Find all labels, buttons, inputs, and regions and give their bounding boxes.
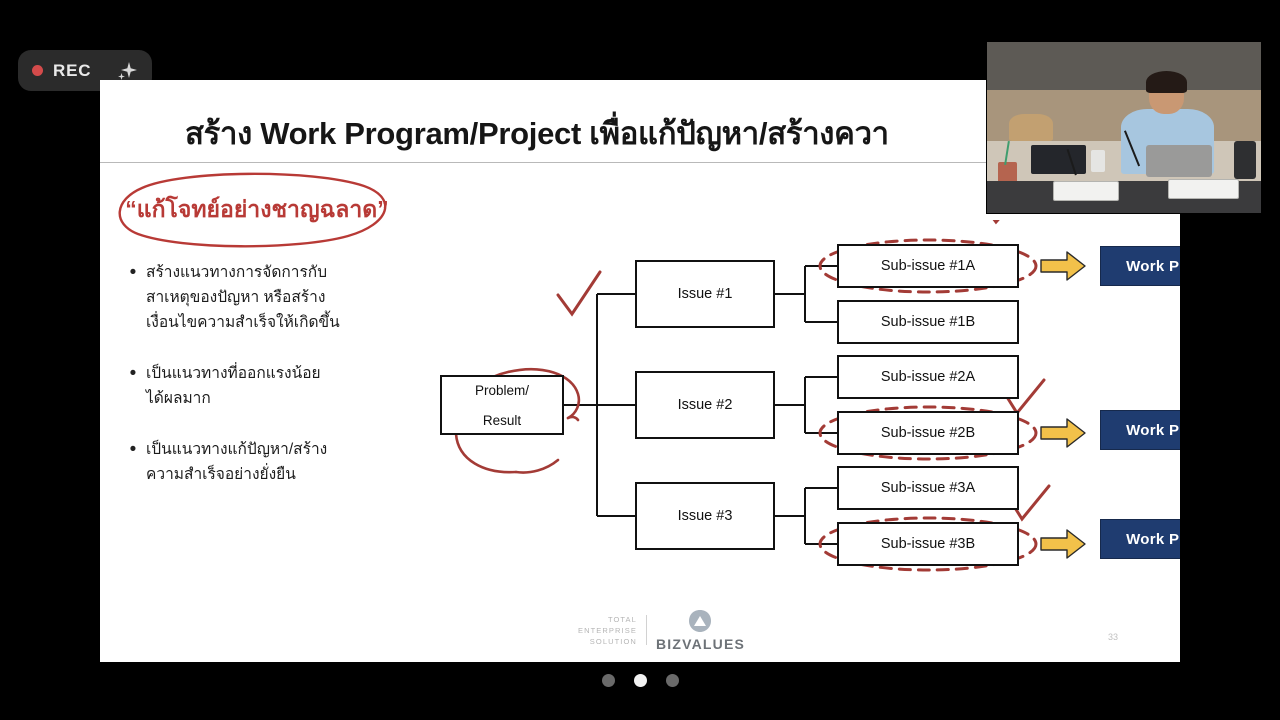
bullet-text: เป็นแนวทางที่ออกแรงน้อย ได้ผลมาก xyxy=(146,361,420,411)
node-label: Sub-issue #1B xyxy=(880,313,976,330)
camera-nameplate-left xyxy=(1052,180,1119,202)
list-item: • สร้างแนวทางการจัดการกับ สาเหตุของปัญหา… xyxy=(120,260,420,335)
logo-line-3: SOLUTION xyxy=(589,636,637,646)
rec-label: REC xyxy=(53,60,92,80)
total-enterprise-solution-text: TOTAL ENTERPRISE SOLUTION xyxy=(578,614,637,647)
node-label: Sub-issue #3A xyxy=(880,479,976,496)
work-program-2-box[interactable]: Work Program 2 xyxy=(1100,410,1180,450)
node-sub-issue-3b[interactable]: Sub-issue #3B xyxy=(837,522,1019,566)
bullet-line: ได้ผลมาก xyxy=(146,390,211,407)
node-issue-1[interactable]: Issue #1 xyxy=(635,260,775,328)
camera-chair xyxy=(1008,113,1053,142)
red-annotation-heading: “แก้โจทย์อย่างชาญฉลาด” xyxy=(112,172,402,250)
arrow-to-work-program-1 xyxy=(1040,251,1086,281)
node-label-line1: Problem/ xyxy=(474,382,530,398)
logo-line-1: TOTAL xyxy=(607,614,637,624)
camera-background-upper xyxy=(987,42,1261,90)
logo-line-2: ENTERPRISE xyxy=(578,625,637,635)
bullet-line: สาเหตุของปัญหา หรือสร้าง xyxy=(146,289,326,306)
issue-tree-diagram: Problem/ Result Issue #1 Issue #2 Issue … xyxy=(400,220,1180,640)
bullet-line: เป็นแนวทางแก้ปัญหา/สร้าง xyxy=(146,441,328,458)
logo-divider xyxy=(645,615,647,645)
node-label: Issue #2 xyxy=(677,396,733,413)
bullet-line: เป็นแนวทางที่ออกแรงน้อย xyxy=(146,365,321,382)
bullet-text: สร้างแนวทางการจัดการกับ สาเหตุของปัญหา ห… xyxy=(146,260,420,335)
sparkle-icon[interactable] xyxy=(116,60,138,82)
camera-nameplate-right xyxy=(1167,178,1240,200)
camera-object-right xyxy=(1233,141,1256,179)
node-issue-3[interactable]: Issue #3 xyxy=(635,482,775,550)
node-problem-result[interactable]: Problem/ Result xyxy=(440,375,564,435)
work-program-3-box[interactable]: Work Program 3 xyxy=(1100,519,1180,559)
list-item: • เป็นแนวทางที่ออกแรงน้อย ได้ผลมาก xyxy=(120,361,420,411)
bizvalues-logo: BIZVALUES xyxy=(656,608,745,652)
camera-laptop xyxy=(1145,144,1212,178)
camera-person-hair xyxy=(1145,71,1187,94)
pager-dot-1[interactable] xyxy=(601,674,615,687)
node-issue-2[interactable]: Issue #2 xyxy=(635,371,775,439)
pager-dot-3[interactable] xyxy=(665,674,679,687)
bullet-text: เป็นแนวทางแก้ปัญหา/สร้าง ความสำเร็จอย่าง… xyxy=(146,437,420,487)
screen-root: REC สร้าง Work Program/Project เพื่อแก้ป… xyxy=(0,0,1280,720)
slide-title: สร้าง Work Program/Project เพื่อแก้ปัญหา… xyxy=(185,116,889,151)
bullet-marker: • xyxy=(129,439,137,460)
slide-page-number: 33 xyxy=(1107,632,1118,642)
pager-dot-2[interactable] xyxy=(633,674,647,687)
arrow-to-work-program-3 xyxy=(1040,529,1086,559)
bizvalues-wordmark: BIZVALUES xyxy=(655,636,746,652)
record-dot-icon xyxy=(32,65,43,76)
bullet-line: เงื่อนไขความสำเร็จให้เกิดขึ้น xyxy=(146,314,340,331)
node-label: Sub-issue #3B xyxy=(880,535,976,552)
bullet-marker: • xyxy=(129,262,137,283)
bullet-list: • สร้างแนวทางการจัดการกับ สาเหตุของปัญหา… xyxy=(120,260,420,513)
node-sub-issue-3a[interactable]: Sub-issue #3A xyxy=(837,466,1019,510)
bullet-line: ความสำเร็จอย่างยั่งยืน xyxy=(146,466,296,483)
work-program-1-box[interactable]: Work Program 1 xyxy=(1100,246,1180,286)
bullet-line: สร้างแนวทางการจัดการกับ xyxy=(146,264,328,281)
bizvalues-droplet-icon xyxy=(687,608,713,634)
node-label-line2: Result xyxy=(482,412,522,428)
webcam-video-overlay[interactable] xyxy=(986,41,1262,214)
node-label: Issue #3 xyxy=(677,507,733,524)
bullet-marker: • xyxy=(129,363,137,384)
node-label: Sub-issue #1A xyxy=(880,257,976,274)
node-label: Issue #1 xyxy=(677,285,733,302)
slide-pager[interactable] xyxy=(0,674,1280,687)
work-program-label: Work Program 2 xyxy=(1126,421,1180,439)
node-label: Sub-issue #2A xyxy=(880,368,976,385)
arrow-to-work-program-2 xyxy=(1040,418,1086,448)
list-item: • เป็นแนวทางแก้ปัญหา/สร้าง ความสำเร็จอย่… xyxy=(120,437,420,487)
red-annotation-text: “แก้โจทย์อย่างชาญฉลาด” xyxy=(125,196,389,222)
footer-logo: TOTAL ENTERPRISE SOLUTION BIZVALUES xyxy=(578,608,745,652)
work-program-label: Work Program 1 xyxy=(1126,257,1180,275)
camera-monitor xyxy=(1030,144,1086,174)
node-sub-issue-2a[interactable]: Sub-issue #2A xyxy=(837,355,1019,399)
work-program-label: Work Program 3 xyxy=(1126,530,1180,548)
node-sub-issue-2b[interactable]: Sub-issue #2B xyxy=(837,411,1019,455)
camera-bottle xyxy=(1091,149,1105,172)
node-sub-issue-1a[interactable]: Sub-issue #1A xyxy=(837,244,1019,288)
node-label: Sub-issue #2B xyxy=(880,424,976,441)
node-sub-issue-1b[interactable]: Sub-issue #1B xyxy=(837,300,1019,344)
